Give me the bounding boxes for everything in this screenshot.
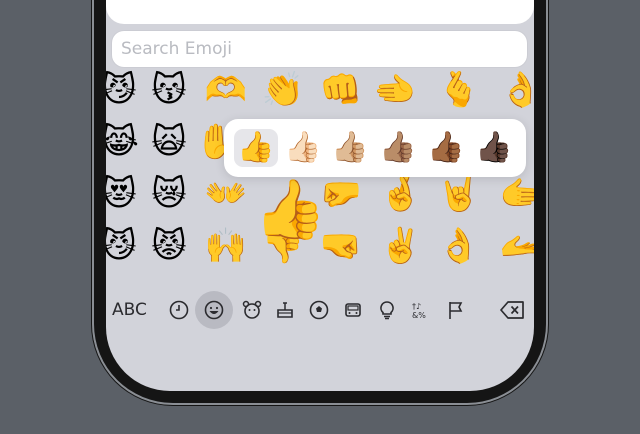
smileys-icon[interactable]	[195, 291, 233, 329]
skin-tone-dark[interactable]: 👍🏿	[472, 129, 516, 167]
screen: Search Emoji 😼 😽 🫶 👏 👊 🫲 🫰 👌 😹 🙀 ✋ 😻 😿 👐…	[106, 0, 534, 391]
delete-key-icon[interactable]	[500, 299, 526, 325]
food-icon[interactable]	[272, 297, 298, 323]
skin-tone-popup: 👍 👍🏻 👍🏼 👍🏽 👍🏾 👍🏿	[224, 119, 526, 177]
emoji-key[interactable]: 🙀	[146, 122, 192, 162]
skin-tone-medium[interactable]: 👍🏽	[376, 129, 420, 167]
emoji-key[interactable]: 🙌	[203, 226, 249, 266]
emoji-key[interactable]: 😼	[106, 70, 142, 110]
emoji-key[interactable]: 👌	[498, 70, 534, 110]
animals-icon[interactable]	[239, 297, 265, 323]
emoji-key[interactable]: 😾	[146, 226, 192, 266]
recent-icon[interactable]	[166, 297, 192, 323]
emoji-key[interactable]: 👊	[318, 70, 364, 110]
skin-tone-light[interactable]: 👍🏻	[281, 129, 325, 167]
skin-tone-medium-light[interactable]: 👍🏼	[328, 129, 372, 167]
emoji-key[interactable]: 😼	[106, 226, 142, 266]
emoji-key[interactable]: 🫲	[372, 70, 418, 110]
svg-text:†♪: †♪	[412, 302, 421, 311]
emoji-key[interactable]: 😹	[106, 122, 142, 162]
skin-tone-preview: 👍	[254, 175, 327, 243]
travel-icon[interactable]	[340, 297, 366, 323]
emoji-key[interactable]: 👏	[260, 70, 306, 110]
emoji-key[interactable]: 🤘	[436, 174, 482, 214]
skin-tone-medium-dark[interactable]: 👍🏾	[424, 129, 468, 167]
emoji-category-bar: ABC †♪ &%	[106, 290, 534, 330]
emoji-key[interactable]: 👐	[203, 174, 249, 214]
content-area	[106, 0, 534, 24]
abc-key[interactable]: ABC	[112, 290, 147, 330]
emoji-key[interactable]: 😻	[106, 174, 142, 214]
svg-text:&%: &%	[412, 311, 426, 320]
emoji-key[interactable]: 🫴	[498, 226, 534, 266]
emoji-key[interactable]: 🫱	[498, 174, 534, 214]
emoji-key[interactable]: 👌	[436, 226, 482, 266]
emoji-key[interactable]: 🫶	[203, 70, 249, 110]
emoji-key[interactable]: ✌️	[378, 226, 424, 266]
search-emoji-field[interactable]: Search Emoji	[112, 31, 527, 67]
symbols-icon[interactable]: †♪ &%	[408, 297, 434, 323]
emoji-key[interactable]: 😿	[146, 174, 192, 214]
activity-icon[interactable]	[306, 297, 332, 323]
objects-icon[interactable]	[374, 297, 400, 323]
search-placeholder: Search Emoji	[121, 39, 232, 59]
skin-tone-default[interactable]: 👍	[234, 129, 278, 167]
emoji-key[interactable]: 😽	[146, 70, 192, 110]
emoji-key[interactable]: 🤞	[378, 174, 424, 214]
emoji-key[interactable]: 🫰	[436, 70, 482, 110]
flags-icon[interactable]	[443, 297, 469, 323]
